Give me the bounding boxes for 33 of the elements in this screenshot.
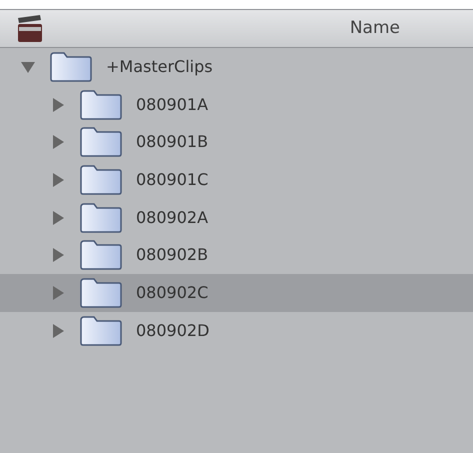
collapsed-triangle-icon[interactable] bbox=[50, 322, 66, 339]
folder-name: 080902D bbox=[136, 320, 210, 342]
collapsed-triangle-icon[interactable] bbox=[50, 172, 66, 188]
collapsed-triangle-icon[interactable] bbox=[50, 134, 66, 150]
tree-row[interactable]: 080902A bbox=[0, 198, 473, 236]
folder-name: 080902B bbox=[136, 244, 208, 266]
collapsed-triangle-icon[interactable] bbox=[50, 210, 66, 226]
folder-icon bbox=[80, 278, 122, 308]
collapsed-triangle-icon[interactable] bbox=[50, 96, 66, 113]
folder-icon bbox=[50, 52, 92, 82]
collapsed-triangle-icon[interactable] bbox=[50, 284, 66, 301]
folder-name: 080902C bbox=[136, 282, 208, 304]
name-column-header[interactable]: Name bbox=[350, 16, 400, 42]
folder-name: 080901C bbox=[136, 168, 208, 191]
folder-name: 080901A bbox=[136, 94, 208, 116]
folder-icon bbox=[80, 202, 122, 233]
clapperboard-icon bbox=[16, 14, 44, 44]
folder-icon bbox=[80, 164, 122, 195]
tree-row[interactable]: 080902D bbox=[0, 312, 473, 350]
tree-row[interactable]: 080901B bbox=[0, 123, 473, 162]
folder-icon bbox=[80, 127, 122, 158]
tree-row[interactable]: 080902C bbox=[0, 274, 473, 312]
folder-name: 080901B bbox=[136, 131, 208, 154]
tree-row[interactable]: 080901A bbox=[0, 86, 473, 124]
folder-icon bbox=[80, 316, 122, 346]
folder-icon bbox=[80, 90, 122, 120]
folder-icon bbox=[80, 240, 122, 270]
tree-row[interactable]: 080902B bbox=[0, 236, 473, 274]
tree-row[interactable]: 080901C bbox=[0, 161, 473, 199]
tree-row[interactable]: +MasterClips bbox=[0, 48, 473, 86]
collapsed-triangle-icon[interactable] bbox=[50, 247, 66, 264]
folder-name: 080902A bbox=[136, 206, 208, 229]
folder-name: +MasterClips bbox=[106, 56, 213, 78]
